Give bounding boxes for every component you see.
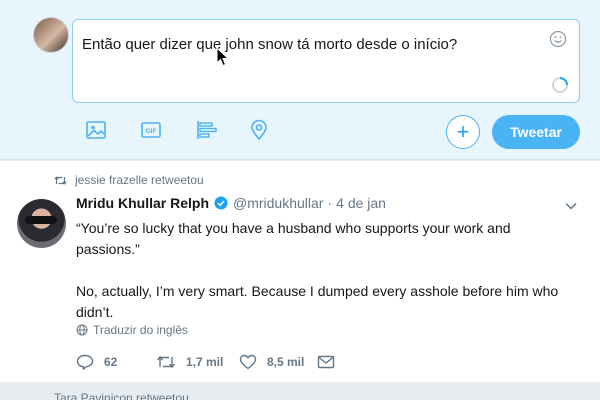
compose-text[interactable]: Então quer dizer que john snow tá morto …: [82, 36, 457, 53]
tweet-paragraph-1: “You’re so lucky that you have a husband…: [76, 220, 511, 257]
tweet-actions: 62 1,7 mil 8,5 mil: [76, 354, 345, 370]
retweeted-by-text[interactable]: jessie frazelle retweetou: [75, 173, 204, 187]
reply-icon: [76, 354, 94, 370]
reply-count: 62: [104, 355, 118, 369]
location-icon[interactable]: [247, 118, 271, 142]
header-separator: ·: [327, 195, 333, 211]
add-tweet-button[interactable]: +: [446, 115, 480, 149]
chevron-down-icon[interactable]: [564, 201, 578, 211]
like-count: 8,5 mil: [267, 355, 305, 369]
tweet-text: “You’re so lucky that you have a husband…: [76, 218, 576, 323]
tweet-paragraph-2: No, actually, I’m very smart. Because I …: [76, 283, 559, 320]
globe-icon: [76, 324, 88, 336]
reply-button[interactable]: 62: [76, 354, 156, 370]
author-name[interactable]: Mridu Khullar Relph: [76, 195, 209, 211]
verified-badge-icon: [214, 196, 228, 210]
retweet-small-icon: [54, 175, 67, 185]
retweet-count: 1,7 mil: [186, 355, 224, 369]
compose-input[interactable]: Então quer dizer que john snow tá morto …: [72, 19, 580, 103]
translate-label[interactable]: Traduzir do inglês: [93, 323, 188, 337]
retweet-icon: [156, 355, 176, 369]
tweet-timestamp[interactable]: 4 de jan: [336, 195, 386, 211]
translate-link[interactable]: Traduzir do inglês: [76, 323, 188, 337]
author-handle[interactable]: @mridukhullar: [233, 195, 323, 211]
retweet-context: jessie frazelle retweetou: [54, 173, 204, 187]
mouse-cursor-icon: [216, 47, 230, 67]
retweet-button[interactable]: 1,7 mil: [156, 354, 239, 370]
author-avatar[interactable]: [17, 199, 66, 248]
poll-icon[interactable]: [194, 118, 218, 142]
current-user-avatar[interactable]: [33, 17, 69, 53]
tweet-card[interactable]: jessie frazelle retweetou Mridu Khullar …: [0, 161, 600, 383]
image-icon[interactable]: [84, 118, 108, 142]
svg-text:GIF: GIF: [146, 128, 157, 135]
tweet-composer: Então quer dizer que john snow tá morto …: [0, 0, 600, 160]
tweet-button[interactable]: Tweetar: [492, 115, 580, 149]
direct-message-button[interactable]: [317, 355, 345, 369]
avatar-sunglasses: [25, 216, 57, 224]
gif-icon[interactable]: GIF: [139, 118, 163, 142]
envelope-icon: [317, 355, 335, 369]
heart-icon: [239, 354, 257, 370]
tweet-header: Mridu Khullar Relph @mridukhullar · 4 de…: [76, 195, 386, 211]
emoji-icon[interactable]: [549, 30, 567, 48]
character-counter-icon: [552, 77, 568, 93]
like-button[interactable]: 8,5 mil: [239, 354, 317, 370]
next-retweet-context[interactable]: Tara Pavinicon retweetou: [54, 391, 189, 400]
